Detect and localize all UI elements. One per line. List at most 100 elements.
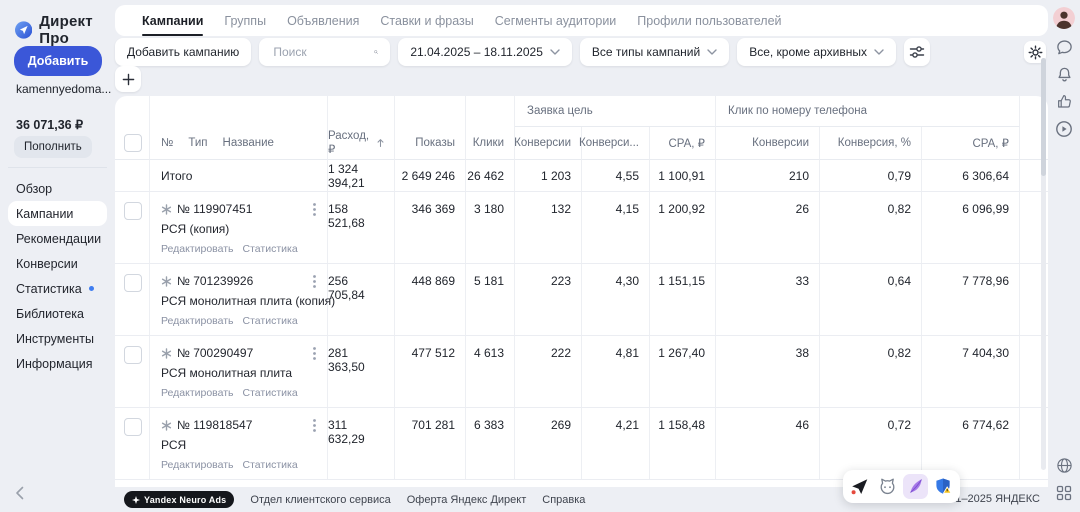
tab[interactable]: Ставки и фразы xyxy=(380,5,473,36)
campaign-number[interactable]: № 119907451 xyxy=(177,202,252,216)
cell-conversions1: 132 xyxy=(515,192,582,263)
footer-link[interactable]: Справка xyxy=(542,494,585,506)
campaign-name[interactable]: РСЯ монолитная плита (копия) xyxy=(161,294,335,308)
stats-link[interactable]: Статистика xyxy=(243,243,298,255)
edit-link[interactable]: Редактировать xyxy=(161,387,234,399)
column-label-clicks[interactable]: Клики xyxy=(466,127,515,160)
cell-conv-rate2: 0,79 xyxy=(820,160,922,191)
archive-filter-value: Все, кроме архивных xyxy=(749,45,867,59)
group-header-row: Заявка цель Клик по номеру телефона xyxy=(115,96,1048,127)
campaign-name[interactable]: РСЯ монолитная плита xyxy=(161,366,305,380)
date-range-filter[interactable]: 21.04.2025 – 18.11.2025 xyxy=(398,38,572,66)
feedback-button[interactable] xyxy=(1056,93,1073,110)
column-label-type[interactable]: Тип xyxy=(188,137,207,149)
stats-link[interactable]: Статистика xyxy=(243,459,298,471)
video-button[interactable] xyxy=(1055,120,1073,138)
cell-conv-rate1: 4,30 xyxy=(582,264,650,335)
kebab-menu-button[interactable] xyxy=(311,347,318,365)
search-field[interactable] xyxy=(259,38,391,66)
tab[interactable]: Группы xyxy=(224,5,266,36)
sidebar-item[interactable]: Статистика xyxy=(8,276,107,301)
apps-grid-icon xyxy=(1056,485,1072,501)
column-label-cpa1[interactable]: CPA, ₽ xyxy=(650,127,716,160)
pet-button[interactable] xyxy=(875,474,900,499)
column-label-cpa2[interactable]: CPA, ₽ xyxy=(922,127,1020,160)
chevron-down-icon xyxy=(874,49,884,55)
avatar[interactable] xyxy=(1053,7,1075,29)
notifications-button[interactable] xyxy=(1056,66,1073,83)
row-checkbox[interactable] xyxy=(124,418,142,436)
column-label-name[interactable]: Название xyxy=(223,137,274,149)
language-button[interactable] xyxy=(1056,457,1073,474)
sidebar-item[interactable]: Инструменты xyxy=(8,326,107,351)
sidebar-item[interactable]: Рекомендации xyxy=(8,226,107,251)
edit-link[interactable]: Редактировать xyxy=(161,459,234,471)
edit-link[interactable]: Редактировать xyxy=(161,315,234,327)
search-input[interactable] xyxy=(271,44,368,60)
row-checkbox[interactable] xyxy=(124,202,142,220)
add-campaign-button[interactable]: Добавить кампанию xyxy=(115,38,252,66)
footer-link[interactable]: Оферта Яндекс Директ xyxy=(407,494,527,506)
chat-button[interactable] xyxy=(1056,39,1073,56)
apps-button[interactable] xyxy=(1056,485,1072,501)
row-checkbox[interactable] xyxy=(124,274,142,292)
column-label-cost[interactable]: Расход, ₽ xyxy=(328,130,373,156)
right-rail xyxy=(1048,0,1080,512)
feather-button[interactable] xyxy=(903,474,928,499)
date-range-value: 21.04.2025 – 18.11.2025 xyxy=(410,45,543,59)
campaign-number[interactable]: № 701239926 xyxy=(177,274,253,288)
stats-link[interactable]: Статистика xyxy=(243,315,298,327)
neuro-ads-badge[interactable]: Yandex Neuro Ads xyxy=(124,491,235,508)
column-label-conversions1[interactable]: Конверсии xyxy=(514,127,582,160)
cell-cpa2: 6 096,99 xyxy=(922,192,1020,263)
add-button[interactable]: Добавить xyxy=(14,46,102,76)
kebab-icon xyxy=(313,275,316,288)
cell-conv-rate2: 0,72 xyxy=(820,408,922,479)
campaign-name[interactable]: РСЯ xyxy=(161,438,305,452)
tab[interactable]: Сегменты аудитории xyxy=(495,5,617,36)
kebab-menu-button[interactable] xyxy=(311,419,318,437)
tab[interactable]: Объявления xyxy=(287,5,359,36)
add-row-button[interactable] xyxy=(115,66,141,92)
cell-clicks: 26 462 xyxy=(466,160,515,191)
direct-logo-icon xyxy=(15,21,33,39)
sidebar-item[interactable]: Информация xyxy=(8,351,107,376)
column-label-impressions[interactable]: Показы xyxy=(395,127,466,160)
topup-button[interactable]: Пополнить xyxy=(14,136,92,158)
column-label-num[interactable]: № xyxy=(161,137,173,149)
sidebar-item[interactable]: Кампании xyxy=(8,201,107,226)
stats-link[interactable]: Статистика xyxy=(243,387,298,399)
cell-impressions: 346 369 xyxy=(395,192,466,263)
cell-cpa1: 1 267,40 xyxy=(650,336,716,407)
tab[interactable]: Профили пользователей xyxy=(637,5,781,36)
cell-conv-rate1: 4,55 xyxy=(582,160,650,191)
kebab-menu-button[interactable] xyxy=(311,275,318,293)
filter-sliders-button[interactable] xyxy=(903,38,930,66)
app-logo[interactable]: Директ Про xyxy=(15,13,115,47)
archive-filter[interactable]: Все, кроме архивных xyxy=(737,38,896,66)
sidebar-item[interactable]: Обзор xyxy=(8,176,107,201)
kebab-menu-button[interactable] xyxy=(311,203,318,221)
row-checkbox[interactable] xyxy=(124,346,142,364)
account-name[interactable]: kamennyedoma... xyxy=(16,82,111,96)
campaign-type-filter[interactable]: Все типы кампаний xyxy=(579,38,730,66)
campaign-number[interactable]: № 119818547 xyxy=(177,418,252,432)
paper-plane-button[interactable] xyxy=(847,474,872,499)
sidebar-item[interactable]: Конверсии xyxy=(8,251,107,276)
campaign-name[interactable]: РСЯ (копия) xyxy=(161,222,305,236)
column-label-conv-rate2[interactable]: Конверсия, % xyxy=(820,127,922,160)
total-row: Итого 1 324 394,21 2 649 246 26 462 1 20… xyxy=(115,160,1048,192)
footer-link[interactable]: Отдел клиентского сервиса xyxy=(250,494,390,506)
column-label-conversions2[interactable]: Конверсии xyxy=(716,127,820,160)
campaign-number[interactable]: № 700290497 xyxy=(177,346,253,360)
select-all-checkbox[interactable] xyxy=(124,134,142,152)
tab[interactable]: Кампании xyxy=(142,5,204,36)
scrollbar-thumb[interactable] xyxy=(1041,58,1046,176)
sidebar-item-label: Кампании xyxy=(16,206,74,221)
sidebar-item[interactable]: Библиотека xyxy=(8,301,107,326)
cell-conversions2: 38 xyxy=(716,336,820,407)
edit-link[interactable]: Редактировать xyxy=(161,243,234,255)
shield-button[interactable] xyxy=(931,474,956,499)
column-label-conv-rate1[interactable]: Конверси... xyxy=(579,127,650,160)
cell-conversions1: 222 xyxy=(515,336,582,407)
